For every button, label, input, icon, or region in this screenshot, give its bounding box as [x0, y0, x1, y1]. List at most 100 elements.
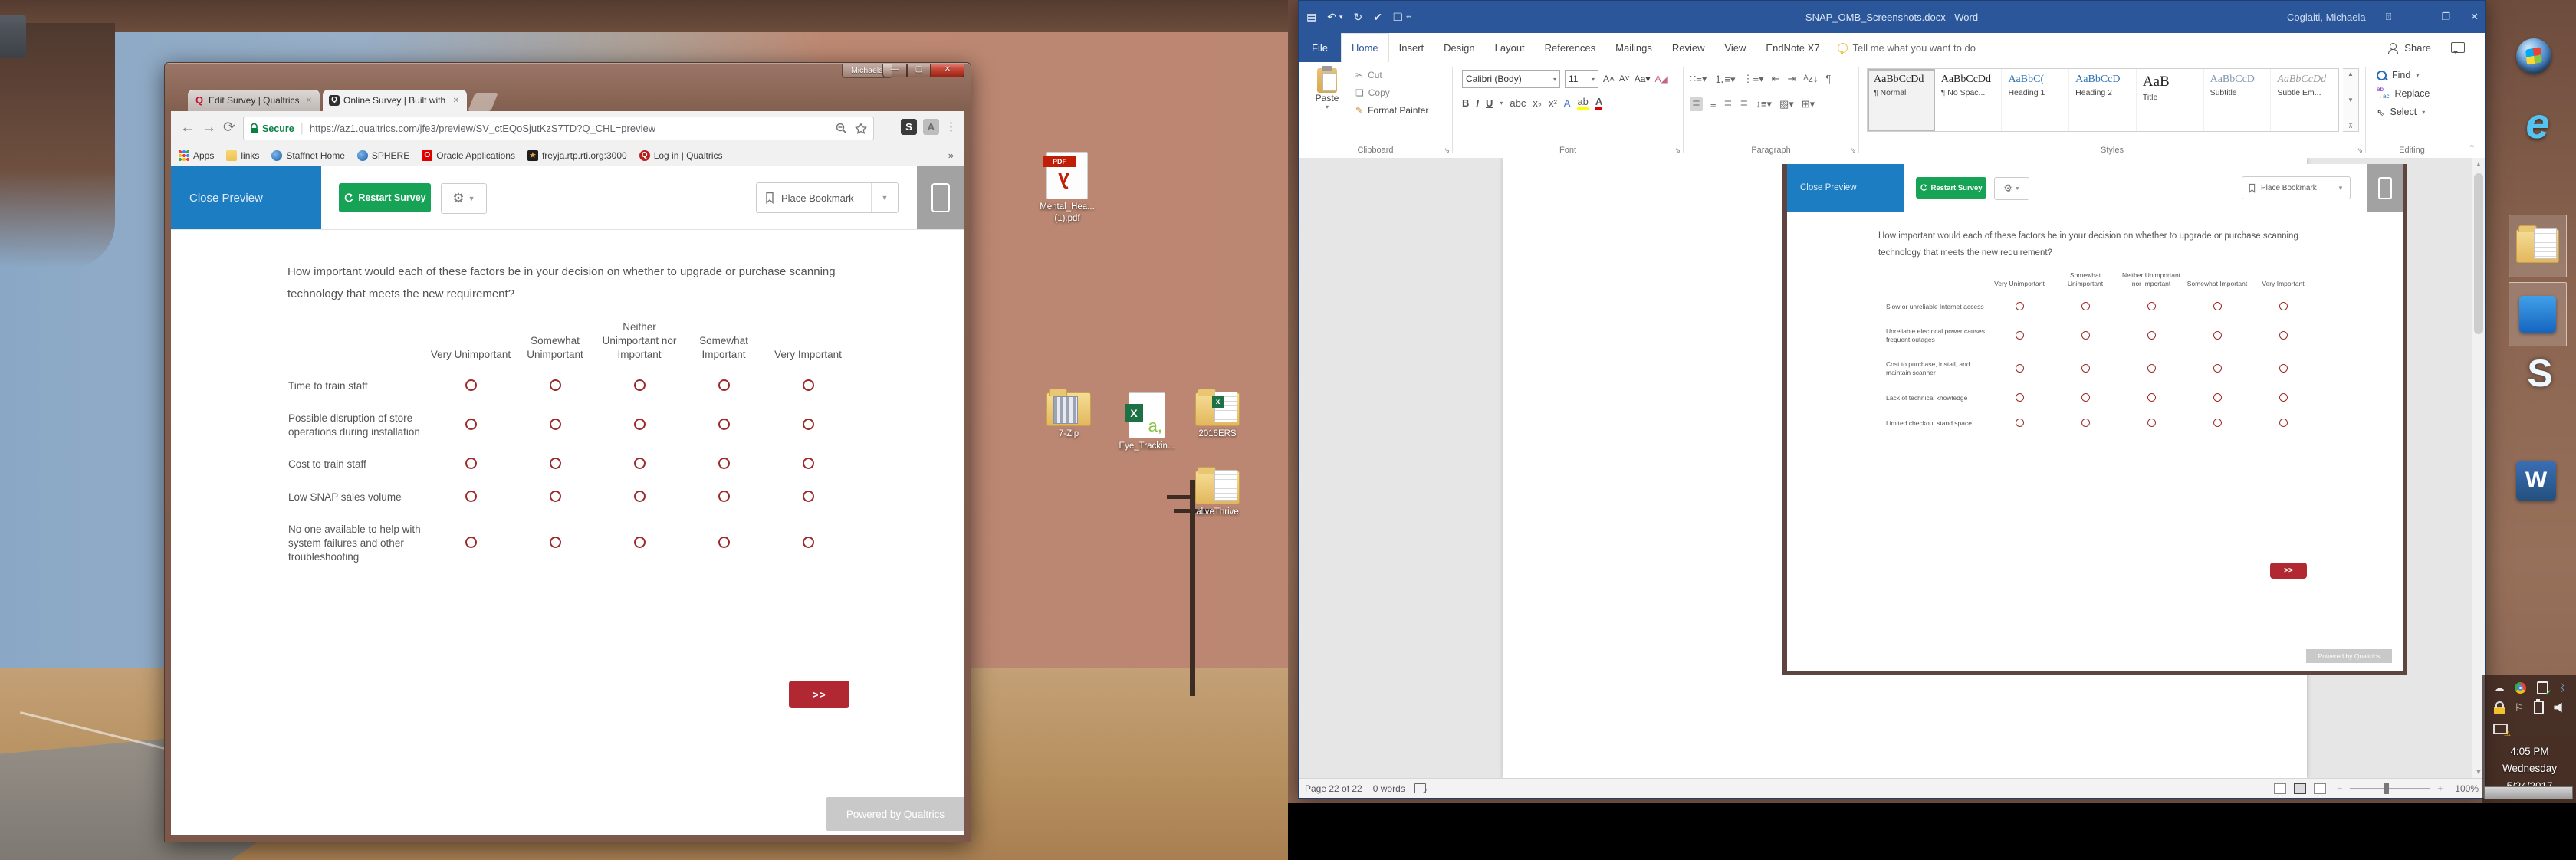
radio-button[interactable]	[2213, 331, 2222, 340]
replace-button[interactable]: ab→acReplace	[2377, 87, 2430, 100]
radio-button[interactable]	[634, 458, 646, 469]
word-close-icon[interactable]: ✕	[2470, 11, 2479, 23]
desktop-icon-folder-zip[interactable]: 7-Zip	[1026, 392, 1112, 440]
bookmark-item[interactable]: QLog in | Qualtrics	[639, 150, 723, 161]
sort-icon[interactable]: ᴬz↓	[1803, 73, 1818, 84]
partial-desktop-icon[interactable]	[0, 15, 26, 58]
zoom-slider-thumb[interactable]	[2384, 783, 2389, 794]
radio-button[interactable]	[2213, 302, 2222, 310]
radio-button[interactable]	[2016, 393, 2024, 402]
style-item[interactable]: AaBTitle	[2137, 69, 2204, 131]
web-layout-icon[interactable]	[2314, 783, 2326, 794]
tab-view[interactable]: View	[1714, 33, 1756, 62]
highlight-color-icon[interactable]: ab	[1577, 96, 1588, 110]
format-painter-button[interactable]: ✎Format Painter	[1355, 105, 1428, 116]
back-icon[interactable]: ←	[180, 111, 195, 145]
clear-formatting-icon[interactable]: A◢	[1654, 74, 1668, 84]
tab-references[interactable]: References	[1535, 33, 1605, 62]
extension-pdf-icon[interactable]: A	[923, 119, 939, 135]
radio-button[interactable]	[550, 379, 561, 391]
bookmark-item[interactable]: Apps	[179, 150, 214, 161]
lock-icon[interactable]	[2494, 707, 2505, 714]
styles-scroll[interactable]: ▲▼⊼	[2343, 68, 2359, 132]
preview-options-button[interactable]: ⚙▼	[441, 183, 487, 214]
subscript-icon[interactable]: x₂	[1533, 97, 1542, 109]
bullets-icon[interactable]: ∷≡▾	[1690, 73, 1707, 85]
radio-button[interactable]	[2147, 364, 2156, 373]
tab-mailings[interactable]: Mailings	[1605, 33, 1662, 62]
radio-button[interactable]	[465, 537, 477, 548]
radio-button[interactable]	[2147, 419, 2156, 427]
radio-button[interactable]	[2016, 302, 2024, 310]
radio-button[interactable]	[2279, 393, 2288, 402]
increase-indent-icon[interactable]: ⇥	[1788, 73, 1796, 85]
grow-font-icon[interactable]: A˄	[1603, 74, 1615, 84]
tell-me-box[interactable]: Tell me what you want to do	[1830, 33, 1986, 62]
style-item[interactable]: AaBbCcDSubtitle	[2204, 69, 2272, 131]
scroll-up-arrow[interactable]: ▲	[2472, 158, 2485, 170]
radio-button[interactable]	[2082, 302, 2090, 310]
align-left-icon[interactable]: ≣	[1690, 97, 1703, 111]
paste-dropdown-icon[interactable]: ▾	[1306, 103, 1348, 110]
radio-button[interactable]	[634, 379, 646, 391]
text-effects-icon[interactable]: A	[1564, 97, 1571, 109]
tab-insert[interactable]: Insert	[1389, 33, 1434, 62]
collapse-ribbon-icon[interactable]: ⌃	[2469, 143, 2476, 153]
network-warning-icon[interactable]	[2493, 724, 2508, 734]
radio-button[interactable]	[2279, 419, 2288, 427]
skype-icon[interactable]: S	[2521, 346, 2559, 400]
justify-icon[interactable]: ≣	[1740, 98, 1748, 110]
radio-button[interactable]	[803, 491, 814, 502]
bookmark-dropdown[interactable]: ▼	[871, 183, 898, 212]
tab-close-icon[interactable]: ✕	[452, 97, 461, 105]
multilevel-list-icon[interactable]: ⋮≡▾	[1743, 73, 1764, 85]
tab-review[interactable]: Review	[1662, 33, 1715, 62]
scrollbar-thumb[interactable]	[2474, 173, 2483, 334]
bluetooth-icon[interactable]: ᛒ	[2559, 682, 2565, 693]
zoom-percent[interactable]: 100%	[2455, 783, 2479, 794]
mobile-preview-icon[interactable]	[932, 183, 950, 212]
zoom-slider[interactable]	[2350, 788, 2430, 789]
tab-layout[interactable]: Layout	[1485, 33, 1535, 62]
decrease-indent-icon[interactable]: ⇤	[1772, 73, 1780, 85]
numbering-icon[interactable]: ⒈≡▾	[1714, 71, 1735, 86]
radio-button[interactable]	[2147, 393, 2156, 402]
radio-button[interactable]	[2279, 302, 2288, 310]
superscript-icon[interactable]: x²	[1549, 97, 1557, 109]
app-tile-icon[interactable]	[2509, 282, 2567, 346]
style-item[interactable]: AaBbCcDd¶ No Spac...	[1935, 69, 2003, 131]
radio-button[interactable]	[2213, 364, 2222, 373]
address-bar[interactable]: Secure | https://az1.qualtrics.com/jfe3/…	[243, 117, 874, 140]
line-spacing-icon[interactable]: ↕≡▾	[1756, 98, 1772, 110]
radio-button[interactable]	[803, 537, 814, 548]
borders-icon[interactable]: ⊞▾	[1802, 98, 1815, 110]
font-color-icon[interactable]: A	[1595, 96, 1602, 110]
strikethrough-icon[interactable]: abc	[1510, 97, 1526, 109]
radio-button[interactable]	[2016, 419, 2024, 427]
file-explorer-icon[interactable]	[2509, 215, 2567, 277]
radio-button[interactable]	[2147, 302, 2156, 310]
tab-file[interactable]: File	[1299, 33, 1341, 62]
paste-button[interactable]: Paste ▾	[1306, 68, 1348, 110]
radio-button[interactable]	[718, 537, 730, 548]
bold-icon[interactable]: B	[1462, 97, 1469, 109]
bookmarks-overflow-icon[interactable]: »	[948, 149, 954, 161]
radio-button[interactable]	[2016, 364, 2024, 373]
bookmark-item[interactable]: Staffnet Home	[271, 150, 345, 161]
radio-button[interactable]	[634, 419, 646, 430]
word-count[interactable]: 0 words	[1373, 783, 1405, 794]
close-preview-button[interactable]: Close Preview	[171, 166, 321, 229]
new-tab-button[interactable]	[468, 93, 498, 111]
radio-button[interactable]	[465, 379, 477, 391]
read-mode-icon[interactable]	[2274, 783, 2286, 794]
bookmark-item[interactable]: SPHERE	[357, 150, 409, 161]
maximize-button[interactable]: ▢	[907, 64, 931, 77]
underline-dropdown-icon[interactable]: ▾	[1500, 100, 1503, 107]
font-dialog-launcher[interactable]: ⇘	[1674, 146, 1681, 155]
onedrive-cloud-icon[interactable]: ☁	[2494, 682, 2505, 693]
shading-icon[interactable]: ▨▾	[1779, 98, 1794, 110]
radio-button[interactable]	[2082, 393, 2090, 402]
desktop-icon-pdf[interactable]: PDFλMental_Hea...(1).pdf	[1024, 152, 1110, 225]
find-button[interactable]: Find▾	[2377, 70, 2430, 80]
radio-button[interactable]	[2082, 331, 2090, 340]
